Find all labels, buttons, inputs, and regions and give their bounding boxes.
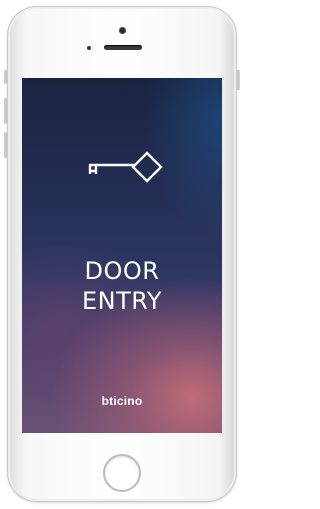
key-icon	[88, 151, 163, 183]
earpiece-speaker	[104, 45, 142, 50]
power-button	[237, 70, 240, 90]
device-stage: DOOR ENTRY bticino	[0, 0, 245, 509]
front-camera	[119, 27, 126, 34]
home-button[interactable]	[103, 454, 141, 492]
proximity-sensor	[87, 46, 91, 50]
app-title-line1: DOOR	[84, 257, 160, 285]
brand-logo: bticino	[101, 394, 143, 408]
app-title-line2: ENTRY	[81, 287, 163, 315]
app-splash-screen[interactable]: DOOR ENTRY bticino	[22, 78, 222, 433]
